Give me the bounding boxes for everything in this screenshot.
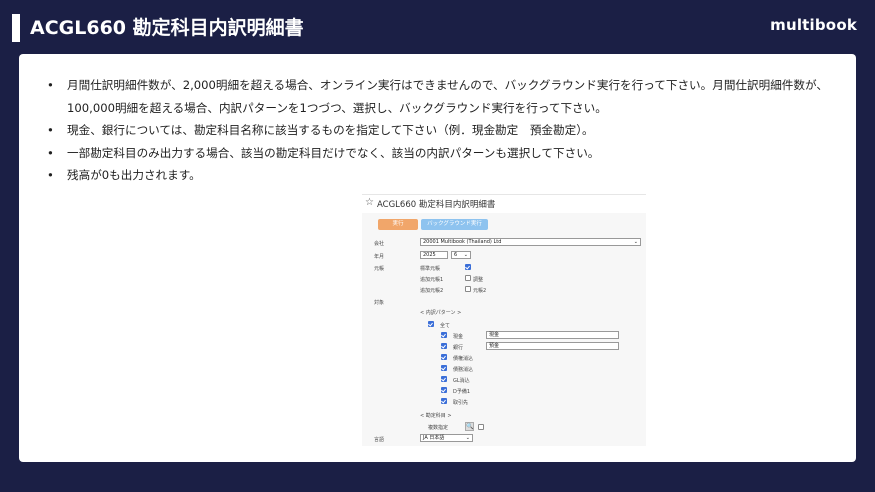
star-icon[interactable]: ☆ <box>365 197 374 208</box>
target-label: 対象 <box>374 300 385 306</box>
ledger2-checkbox[interactable] <box>465 286 471 292</box>
adjust-checkbox[interactable] <box>465 275 471 281</box>
company-label: 会社 <box>374 241 385 247</box>
page-title: ACGL660 勘定科目内訳明細書 <box>30 17 304 39</box>
adjust-label: 調整 <box>473 277 484 283</box>
year-month-label: 年月 <box>374 254 385 260</box>
bullet-dot: • <box>47 78 54 92</box>
account-section-label: < 勘定科目 > <box>420 413 452 419</box>
search-icon[interactable]: 🔍 <box>465 422 474 431</box>
year-select[interactable]: 2025 <box>420 251 448 259</box>
pattern-checkbox-gl[interactable] <box>441 376 447 382</box>
chevron-down-icon: ⌄ <box>463 252 468 258</box>
run-button[interactable]: 実行 <box>378 219 418 230</box>
screen-capture: ☆ ACGL660 勘定科目内訳明細書 実行 バックグラウンド実行 会社 200… <box>362 194 646 446</box>
background-run-button[interactable]: バックグラウンド実行 <box>421 219 488 230</box>
pattern-section-label: < 内訳パターン > <box>420 310 462 316</box>
pattern-label-bank: 銀行 <box>453 345 464 351</box>
list-item-text: 一部勘定科目のみ出力する場合、該当の勘定科目だけでなく、該当の内訳パターンも選択… <box>67 145 600 160</box>
language-select[interactable]: JA 日本語 ⌄ <box>420 434 473 442</box>
screen-header: ☆ ACGL660 勘定科目内訳明細書 <box>362 195 646 213</box>
bullet-dot: • <box>47 168 54 182</box>
year-select-value: 2025 <box>423 252 436 258</box>
chevron-down-icon: ⌄ <box>465 435 470 441</box>
list-item-text: 月間仕訳明細件数が、2,000明細を超える場合、オンライン実行はできませんので、… <box>67 78 828 115</box>
month-select-value: 6 <box>454 252 458 258</box>
language-label: 言語 <box>374 437 385 443</box>
pattern-label-receivable: 債権消込 <box>453 356 474 362</box>
language-select-value: JA 日本語 <box>423 435 445 441</box>
std-ledger-checkbox[interactable] <box>465 264 471 270</box>
content-card: • 月間仕訳明細件数が、2,000明細を超える場合、オンライン実行はできませんので… <box>19 54 856 462</box>
pattern-checkbox-d-reserve[interactable] <box>441 387 447 393</box>
add-ledger2-label: 追加元帳2 <box>420 288 444 294</box>
bullet-dot: • <box>47 123 54 137</box>
std-ledger-label: 標準元帳 <box>420 266 441 272</box>
list-item: • 残高が0も出力されます。 <box>47 164 837 187</box>
company-select[interactable]: 20001 Multibook (Thailand) Ltd ⌄ <box>420 238 641 246</box>
list-item: • 現金、銀行については、勘定科目名称に該当するものを指定して下さい（例．現金勘定… <box>47 119 837 142</box>
list-item-text: 現金、銀行については、勘定科目名称に該当するものを指定して下さい（例．現金勘定 … <box>67 123 594 137</box>
month-select[interactable]: 6 ⌄ <box>451 251 471 259</box>
pattern-label-payable: 債務消込 <box>453 367 474 373</box>
chevron-down-icon: ⌄ <box>633 239 638 245</box>
title-accent-bar <box>12 14 20 42</box>
list-item: • 月間仕訳明細件数が、2,000明細を超える場合、オンライン実行はできませんので… <box>47 74 837 119</box>
pattern-label-d-reserve: D予備1 <box>453 389 471 395</box>
multi-select-label: 複数指定 <box>428 425 449 431</box>
list-item-text: 残高が0も出力されます。 <box>67 168 201 182</box>
ledger2-label: 元帳2 <box>473 288 487 294</box>
list-item: • 一部勘定科目のみ出力する場合、該当の勘定科目だけでなく、該当の内訳パターンも選… <box>47 142 837 165</box>
bank-account-input[interactable]: 預金 <box>486 342 619 350</box>
pattern-checkbox-receivable[interactable] <box>441 354 447 360</box>
pattern-checkbox-payable[interactable] <box>441 365 447 371</box>
notes-list: • 月間仕訳明細件数が、2,000明細を超える場合、オンライン実行はできませんので… <box>47 74 837 187</box>
multi-select-checkbox[interactable] <box>478 424 484 430</box>
ledger-label: 元帳 <box>374 266 385 272</box>
pattern-label-cash: 現金 <box>453 334 464 340</box>
all-checkbox[interactable] <box>428 321 434 327</box>
company-select-value: 20001 Multibook (Thailand) Ltd <box>423 239 502 245</box>
cash-account-input[interactable]: 現金 <box>486 331 619 339</box>
pattern-checkbox-partner[interactable] <box>441 398 447 404</box>
pattern-checkbox-cash[interactable] <box>441 332 447 338</box>
all-label: 全て <box>440 323 451 329</box>
pattern-checkbox-bank[interactable] <box>441 343 447 349</box>
screen-title: ACGL660 勘定科目内訳明細書 <box>377 200 496 210</box>
add-ledger1-label: 追加元帳1 <box>420 277 444 283</box>
pattern-label-gl: GL消込 <box>453 378 470 384</box>
brand-logo: multibook <box>770 16 857 34</box>
pattern-label-partner: 取引先 <box>453 400 469 406</box>
bullet-dot: • <box>47 145 54 160</box>
